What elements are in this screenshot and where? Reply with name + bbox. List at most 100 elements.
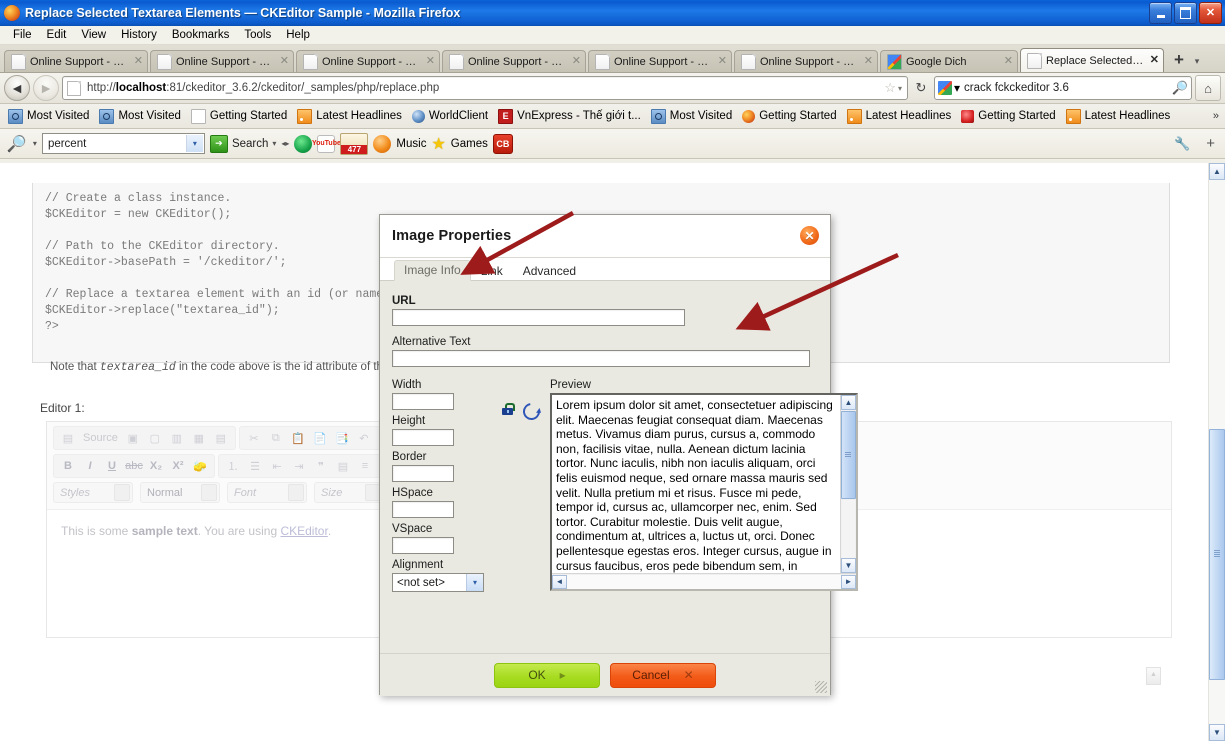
url-input[interactable] xyxy=(392,309,685,326)
bookmark-star-icon[interactable]: ☆ xyxy=(884,80,896,96)
bookmark-latest-headlines-3[interactable]: Latest Headlines xyxy=(1062,108,1175,125)
maximize-button[interactable] xyxy=(1174,2,1197,24)
tab-close-icon[interactable]: ✕ xyxy=(1004,56,1013,67)
browser-tab-7[interactable]: Google Dich ✕ xyxy=(880,50,1018,72)
browser-tab-4[interactable]: Online Support - Do... ✕ xyxy=(442,50,586,72)
save-icon[interactable]: ▣ xyxy=(123,429,143,447)
tab-advanced[interactable]: Advanced xyxy=(513,261,586,281)
chevron-down-icon[interactable]: ▾ xyxy=(272,139,276,148)
chevron-down-icon[interactable]: ▾ xyxy=(185,135,203,152)
remove-format-icon[interactable]: 🧽 xyxy=(190,457,210,475)
google-search-input[interactable]: percent ▾ xyxy=(41,133,205,154)
menu-help[interactable]: Help xyxy=(279,28,317,42)
font-combo[interactable]: Font xyxy=(227,482,307,503)
outdent-icon[interactable]: ⇤ xyxy=(267,457,287,475)
preview-scroll-thumb[interactable] xyxy=(841,411,856,499)
size-combo[interactable]: Size xyxy=(314,482,384,503)
alignment-select[interactable]: <not set> ▾ xyxy=(392,573,484,592)
tab-close-icon[interactable]: ✕ xyxy=(426,56,435,67)
underline-icon[interactable]: U xyxy=(102,457,122,475)
bookmark-getting-started-2[interactable]: Getting Started xyxy=(738,109,840,124)
bookmark-most-visited-3[interactable]: Most Visited xyxy=(647,108,736,125)
youtube-icon[interactable]: You Tube xyxy=(312,134,341,153)
back-button[interactable]: ◄ xyxy=(4,75,30,101)
ok-button[interactable]: OK ▸ xyxy=(494,662,600,688)
italic-icon[interactable]: I xyxy=(80,457,100,475)
new-page-icon[interactable]: ▢ xyxy=(145,429,165,447)
height-input[interactable] xyxy=(392,429,454,446)
preview-icon[interactable]: ▥ xyxy=(167,429,187,447)
bookmark-most-visited-2[interactable]: Most Visited xyxy=(95,108,184,125)
menu-edit[interactable]: Edit xyxy=(40,28,74,42)
preview-scroll-left-button[interactable]: ◄ xyxy=(552,574,567,589)
undo-icon[interactable]: ↶ xyxy=(354,429,374,447)
menu-bookmarks[interactable]: Bookmarks xyxy=(165,28,237,42)
forward-button[interactable]: ► xyxy=(33,75,59,101)
browser-tab-2[interactable]: Online Support - Do... ✕ xyxy=(150,50,294,72)
preview-horizontal-scrollbar[interactable]: ◄ ► xyxy=(552,573,856,589)
preview-scroll-down-button[interactable]: ▼ xyxy=(841,558,856,573)
border-input[interactable] xyxy=(392,465,454,482)
home-button[interactable]: ⌂ xyxy=(1195,75,1221,101)
phone-icon[interactable] xyxy=(294,134,313,153)
bold-icon[interactable]: B xyxy=(58,457,78,475)
tab-close-icon[interactable]: ✕ xyxy=(280,56,289,67)
tab-list-button[interactable]: ▾ xyxy=(1191,56,1203,67)
counter-icon[interactable]: 477 xyxy=(340,132,369,155)
preview-hscroll-track[interactable] xyxy=(567,574,841,589)
bookmark-latest-headlines-1[interactable]: Latest Headlines xyxy=(293,108,406,125)
menu-file[interactable]: File xyxy=(6,28,39,42)
strike-icon[interactable]: abc xyxy=(124,457,144,475)
address-bar[interactable]: http://localhost:81/ckeditor_3.6.2/ckedi… xyxy=(62,76,908,100)
preview-scroll-right-button[interactable]: ► xyxy=(841,574,856,589)
tab-close-icon[interactable]: ✕ xyxy=(1150,55,1159,66)
page-scrollbar[interactable]: ▲ ▼ xyxy=(1208,163,1225,741)
alt-text-input[interactable] xyxy=(392,350,810,367)
preview-scroll-track[interactable] xyxy=(842,500,855,558)
browser-tab-6[interactable]: Online Support - Do... ✕ xyxy=(734,50,878,72)
width-input[interactable] xyxy=(392,393,454,410)
bookmark-getting-started-3[interactable]: Getting Started xyxy=(957,109,1059,124)
vspace-input[interactable] xyxy=(392,537,454,554)
blockquote-icon[interactable]: ❞ xyxy=(311,457,331,475)
indent-icon[interactable]: ⇥ xyxy=(289,457,309,475)
bookmarks-overflow-button[interactable]: » xyxy=(1213,110,1219,122)
chevron-down-icon[interactable]: ▾ xyxy=(33,139,37,148)
google-search-button[interactable]: ➔ Search ▾ xyxy=(209,134,276,153)
dialog-close-button[interactable]: ✕ xyxy=(800,226,819,245)
ckeditor-scroll-up-button[interactable]: ▲ xyxy=(1146,667,1161,685)
dialog-resize-grip[interactable] xyxy=(815,681,827,693)
templates-icon[interactable]: ▤ xyxy=(211,429,231,447)
cancel-button[interactable]: Cancel ✕ xyxy=(610,662,716,688)
preview-vertical-scrollbar[interactable]: ▲ ▼ xyxy=(840,395,856,573)
paste-icon[interactable]: 📋 xyxy=(288,429,308,447)
div-icon[interactable]: ▤ xyxy=(333,457,353,475)
tab-close-icon[interactable]: ✕ xyxy=(864,56,873,67)
browser-tab-3[interactable]: Online Support - Do... ✕ xyxy=(296,50,440,72)
cb-icon[interactable]: CB xyxy=(492,133,513,154)
print-icon[interactable]: ▦ xyxy=(189,429,209,447)
scroll-thumb[interactable] xyxy=(1209,428,1225,680)
wrench-icon[interactable]: 🔧 xyxy=(1169,136,1195,152)
scroll-up-button[interactable]: ▲ xyxy=(1209,163,1225,180)
tab-close-icon[interactable]: ✕ xyxy=(718,56,727,67)
games-label[interactable]: Games xyxy=(451,138,488,150)
superscript-icon[interactable]: X² xyxy=(168,457,188,475)
search-input[interactable]: crack fckckeditor 3.6 xyxy=(960,82,1172,94)
subscript-icon[interactable]: X₂ xyxy=(146,457,166,475)
menu-history[interactable]: History xyxy=(114,28,164,42)
scroll-down-button[interactable]: ▼ xyxy=(1209,724,1225,741)
paste-text-icon[interactable]: 📄 xyxy=(310,429,330,447)
menu-tools[interactable]: Tools xyxy=(237,28,278,42)
music-icon[interactable] xyxy=(373,134,392,153)
tab-close-icon[interactable]: ✕ xyxy=(572,56,581,67)
cut-icon[interactable]: ✂ xyxy=(244,429,264,447)
reload-button[interactable]: ↻ xyxy=(911,77,931,99)
minimize-button[interactable] xyxy=(1149,2,1172,24)
tab-link[interactable]: Link xyxy=(471,261,513,281)
close-button[interactable]: ✕ xyxy=(1199,2,1222,24)
magnifier-icon[interactable]: 🔍 xyxy=(7,134,27,154)
preview-scroll-up-button[interactable]: ▲ xyxy=(841,395,856,410)
games-icon[interactable]: ★ xyxy=(431,134,445,154)
scroll-track-top[interactable] xyxy=(1209,180,1225,429)
